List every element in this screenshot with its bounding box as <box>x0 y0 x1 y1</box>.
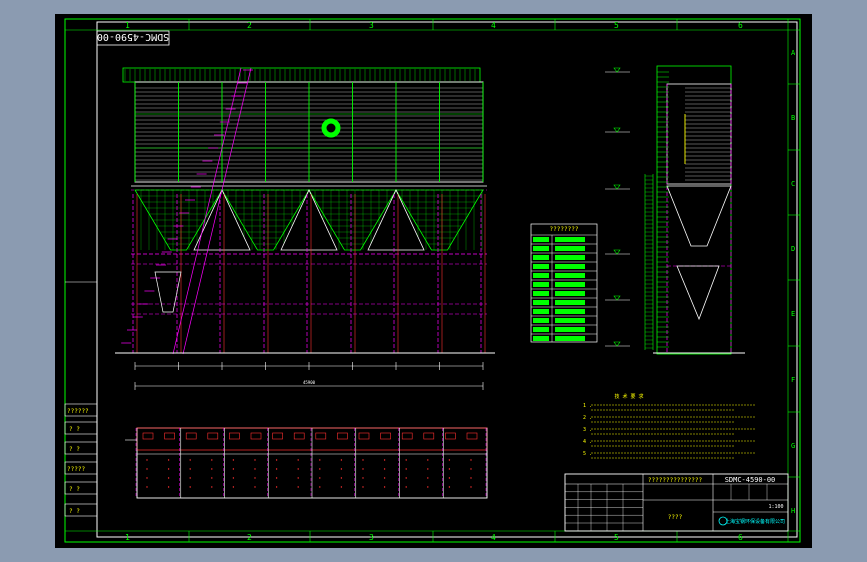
drawing-name: ???? <box>668 514 683 521</box>
spec-table: ???????? <box>530 223 598 343</box>
zone-top-3: 3 <box>369 21 374 30</box>
zone-letter-f: F <box>791 376 795 384</box>
zone-top-6: 6 <box>738 21 743 30</box>
zone-letter-b: B <box>791 114 795 122</box>
stamp-label-1: ?????? <box>67 408 89 415</box>
title-drawing-number: SDMC-4590-00 <box>725 476 776 484</box>
spec-table-title: ???????? <box>550 226 579 233</box>
side-elevation-view[interactable] <box>605 65 745 355</box>
stamp-label-4: ????? <box>67 466 85 473</box>
drawing-canvas: 1 2 3 4 5 6 1 2 3 4 5 6 A B C D E F G H … <box>64 18 801 543</box>
zone-numbers-top: 1 2 3 4 5 6 <box>125 19 743 30</box>
company-name: 上海宝钢环保设备有限公司 <box>725 518 785 525</box>
drawing-sheet: 1 2 3 4 5 6 1 2 3 4 5 6 A B C D E F G H … <box>55 14 812 548</box>
zone-letter-a: A <box>791 49 796 57</box>
zone-top-5: 5 <box>614 21 619 30</box>
title-block: ??????????????? ???? SDMC-4590-00 1:100 … <box>564 473 789 532</box>
total-length-dim: 45900 <box>303 380 316 385</box>
zone-bottom-6: 6 <box>738 533 743 542</box>
project-name: ??????????????? <box>648 477 703 484</box>
zone-bottom-3: 3 <box>369 533 374 542</box>
stamp-label-6: ? ? <box>69 508 80 515</box>
scale-label: 1:100 <box>768 504 783 510</box>
stamp-label-2: ? ? <box>69 426 80 433</box>
stamp-label-5: ? ? <box>69 486 80 493</box>
outer-frame <box>64 18 801 543</box>
note-line: 5 . <box>583 451 592 457</box>
note-line: 2 . <box>583 415 592 421</box>
inner-frame <box>96 21 798 538</box>
stamp-label-3: ? ? <box>69 446 80 453</box>
zone-letters-right: A B C D E F G H <box>788 49 800 515</box>
note-line: 1 . <box>583 403 592 409</box>
zone-letter-e: E <box>791 310 795 318</box>
rotated-drawing-number: SDMC-4590-00 <box>97 31 169 42</box>
left-stamp-column: ?????? ? ? ? ? ????? ? ? ? ? <box>64 281 98 517</box>
zone-bottom-2: 2 <box>247 533 252 542</box>
zone-bottom-1: 1 <box>125 533 130 542</box>
zone-letter-g: G <box>791 442 795 450</box>
zone-letter-d: D <box>791 245 795 253</box>
zone-top-4: 4 <box>491 21 496 30</box>
zone-letter-h: H <box>791 507 795 515</box>
note-line: 4 . <box>583 439 592 445</box>
zone-bottom-4: 4 <box>491 533 496 542</box>
zone-top-2: 2 <box>247 21 252 30</box>
front-elevation-view[interactable]: 45900 <box>115 67 495 390</box>
plan-view[interactable] <box>125 427 488 499</box>
notes-heading: 技 术 要 求 <box>614 393 643 400</box>
note-line: 3 . <box>583 427 592 433</box>
cad-viewport[interactable]: 1 2 3 4 5 6 1 2 3 4 5 6 A B C D E F G H … <box>0 0 867 562</box>
zone-top-1: 1 <box>125 21 130 30</box>
zone-bottom-5: 5 <box>614 533 619 542</box>
technical-notes: 技 术 要 求 1 . 2 . 3 . 4 . 5 . <box>583 393 755 459</box>
zone-letter-c: C <box>791 180 795 188</box>
